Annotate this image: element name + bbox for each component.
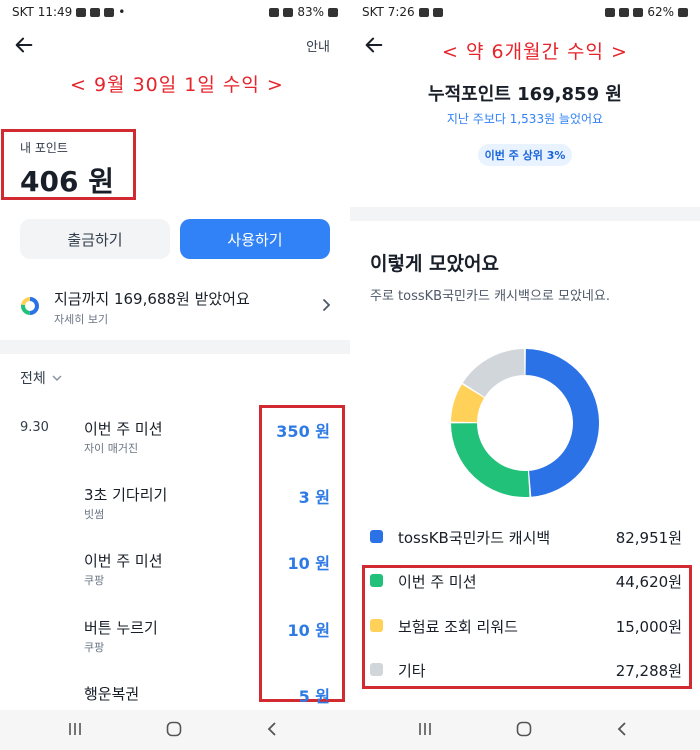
legend-value: 44,620원 <box>615 573 682 591</box>
legend-swatch <box>370 530 383 543</box>
use-button[interactable]: 사용하기 <box>180 219 330 259</box>
recent-apps-icon[interactable] <box>66 720 84 738</box>
battery-icon <box>678 7 688 17</box>
transaction-amount: 10 원 <box>287 621 330 640</box>
filter-label: 전체 <box>20 371 46 387</box>
app-icon <box>104 7 115 17</box>
section-divider <box>0 340 350 354</box>
points-label: 내 포인트 <box>20 141 68 155</box>
transaction-row[interactable]: 이번 주 미션 쿠팡 10 원 <box>0 550 350 610</box>
home-icon[interactable] <box>165 720 183 738</box>
system-nav-bar <box>0 710 350 750</box>
transaction-source: 자이 매거진 <box>84 442 139 455</box>
transaction-source: 쿠팡 <box>84 641 105 654</box>
alarm-icon <box>269 7 280 17</box>
annotation-title: < 9월 30일 1일 수익 > <box>70 74 284 96</box>
recent-apps-icon[interactable] <box>416 720 434 738</box>
legend-label: 기타 <box>398 662 426 680</box>
back-arrow-icon[interactable] <box>12 34 36 56</box>
transaction-title: 이번 주 미션 <box>84 420 163 438</box>
section-heading: 이렇게 모았어요 <box>370 253 499 275</box>
alarm-icon <box>605 7 616 17</box>
filter-dropdown[interactable]: 전체 <box>20 368 62 388</box>
transaction-title: 행운복권 <box>84 685 140 703</box>
donut-slice-0 <box>525 349 600 497</box>
home-icon[interactable] <box>515 720 533 738</box>
transaction-title: 3초 기다리기 <box>84 486 168 504</box>
weekly-delta-text: 지난 주보다 1,533원 늘었어요 <box>446 112 604 126</box>
legend-row: 기타 27,288원 <box>370 658 682 682</box>
section-divider <box>350 207 700 221</box>
battery-level: 62% <box>647 5 674 19</box>
transaction-source: 쿠팡 <box>84 574 105 587</box>
transaction-row[interactable]: 버튼 누르기 쿠팡 10 원 <box>0 617 350 677</box>
transaction-amount: 3 원 <box>298 488 330 507</box>
legend-swatch <box>370 663 383 676</box>
transaction-title: 이번 주 미션 <box>84 552 163 570</box>
cumulative-points-title: 누적포인트 169,859 원 <box>428 84 622 105</box>
legend-row: 보험료 조회 리워드 15,000원 <box>370 614 682 638</box>
carrier-time: SKT 7:26 <box>362 5 415 19</box>
transaction-row[interactable]: 9.30 이번 주 미션 자이 매거진 350 원 <box>0 418 350 478</box>
legend-value: 82,951원 <box>615 529 682 547</box>
legend-value: 15,000원 <box>615 618 682 636</box>
signal-icon <box>283 7 294 17</box>
transaction-row[interactable]: 3초 기다리기 빗썸 3 원 <box>0 484 350 544</box>
back-nav-icon[interactable] <box>264 720 282 738</box>
back-arrow-icon[interactable] <box>362 34 386 56</box>
chevron-right-icon <box>323 299 331 311</box>
back-nav-icon[interactable] <box>614 720 632 738</box>
summary-text: 지금까지 169,688원 받았어요 <box>54 290 250 308</box>
battery-icon <box>328 7 338 17</box>
image-icon <box>90 7 101 17</box>
notification-icon <box>418 7 429 17</box>
carrier-time: SKT 11:49 <box>12 5 73 19</box>
annotation-title: < 약 6개월간 수익 > <box>442 41 628 63</box>
wifi-icon <box>619 7 630 17</box>
app-icon <box>432 7 443 17</box>
legend-value: 27,288원 <box>615 662 682 680</box>
transaction-amount: 10 원 <box>287 554 330 573</box>
transaction-source: 빗썸 <box>84 508 105 521</box>
right-screen: SKT 7:26 62% < 약 6개월간 수익 > 누적포인트 169,859… <box>350 0 700 750</box>
donut-chart-icon <box>21 297 39 315</box>
system-nav-bar <box>350 710 700 750</box>
donut-slice-3 <box>462 349 525 397</box>
info-link[interactable]: 안내 <box>306 36 330 55</box>
chevron-down-icon <box>52 375 62 382</box>
left-screen: SKT 11:49 • 83% 안내 < 9월 30일 1일 수익 > 내 포인… <box>0 0 350 750</box>
legend-row: 이번 주 미션 44,620원 <box>370 569 682 593</box>
legend-swatch <box>370 574 383 587</box>
battery-level: 83% <box>297 5 324 19</box>
donut-slice-1 <box>451 423 530 497</box>
summary-detail-link: 자세히 보기 <box>54 313 109 326</box>
status-bar: SKT 11:49 • 83% <box>0 0 350 24</box>
legend-label: 이번 주 미션 <box>398 573 477 591</box>
more-indicator: • <box>118 5 126 19</box>
status-bar: SKT 7:26 62% <box>350 0 700 24</box>
transaction-title: 버튼 누르기 <box>84 619 158 637</box>
transaction-date: 9.30 <box>20 420 49 435</box>
earnings-summary-row[interactable]: 지금까지 169,688원 받았어요 자세히 보기 <box>0 282 350 332</box>
section-description: 주로 tossKB국민카드 캐시백으로 모았네요. <box>370 289 610 304</box>
legend-label: tossKB국민카드 캐시백 <box>398 529 551 547</box>
signal-icon <box>633 7 644 17</box>
transaction-amount: 350 원 <box>276 422 330 441</box>
withdraw-button[interactable]: 출금하기 <box>20 219 170 259</box>
donut-chart <box>451 349 600 497</box>
points-value: 406 원 <box>20 165 114 198</box>
legend-swatch <box>370 619 383 632</box>
legend-label: 보험료 조회 리워드 <box>398 618 518 636</box>
rank-badge: 이번 주 상위 3% <box>478 144 572 166</box>
legend-row: tossKB국민카드 캐시백 82,951원 <box>370 525 682 549</box>
notification-icon <box>76 7 87 17</box>
transaction-amount: 5 원 <box>298 687 330 706</box>
